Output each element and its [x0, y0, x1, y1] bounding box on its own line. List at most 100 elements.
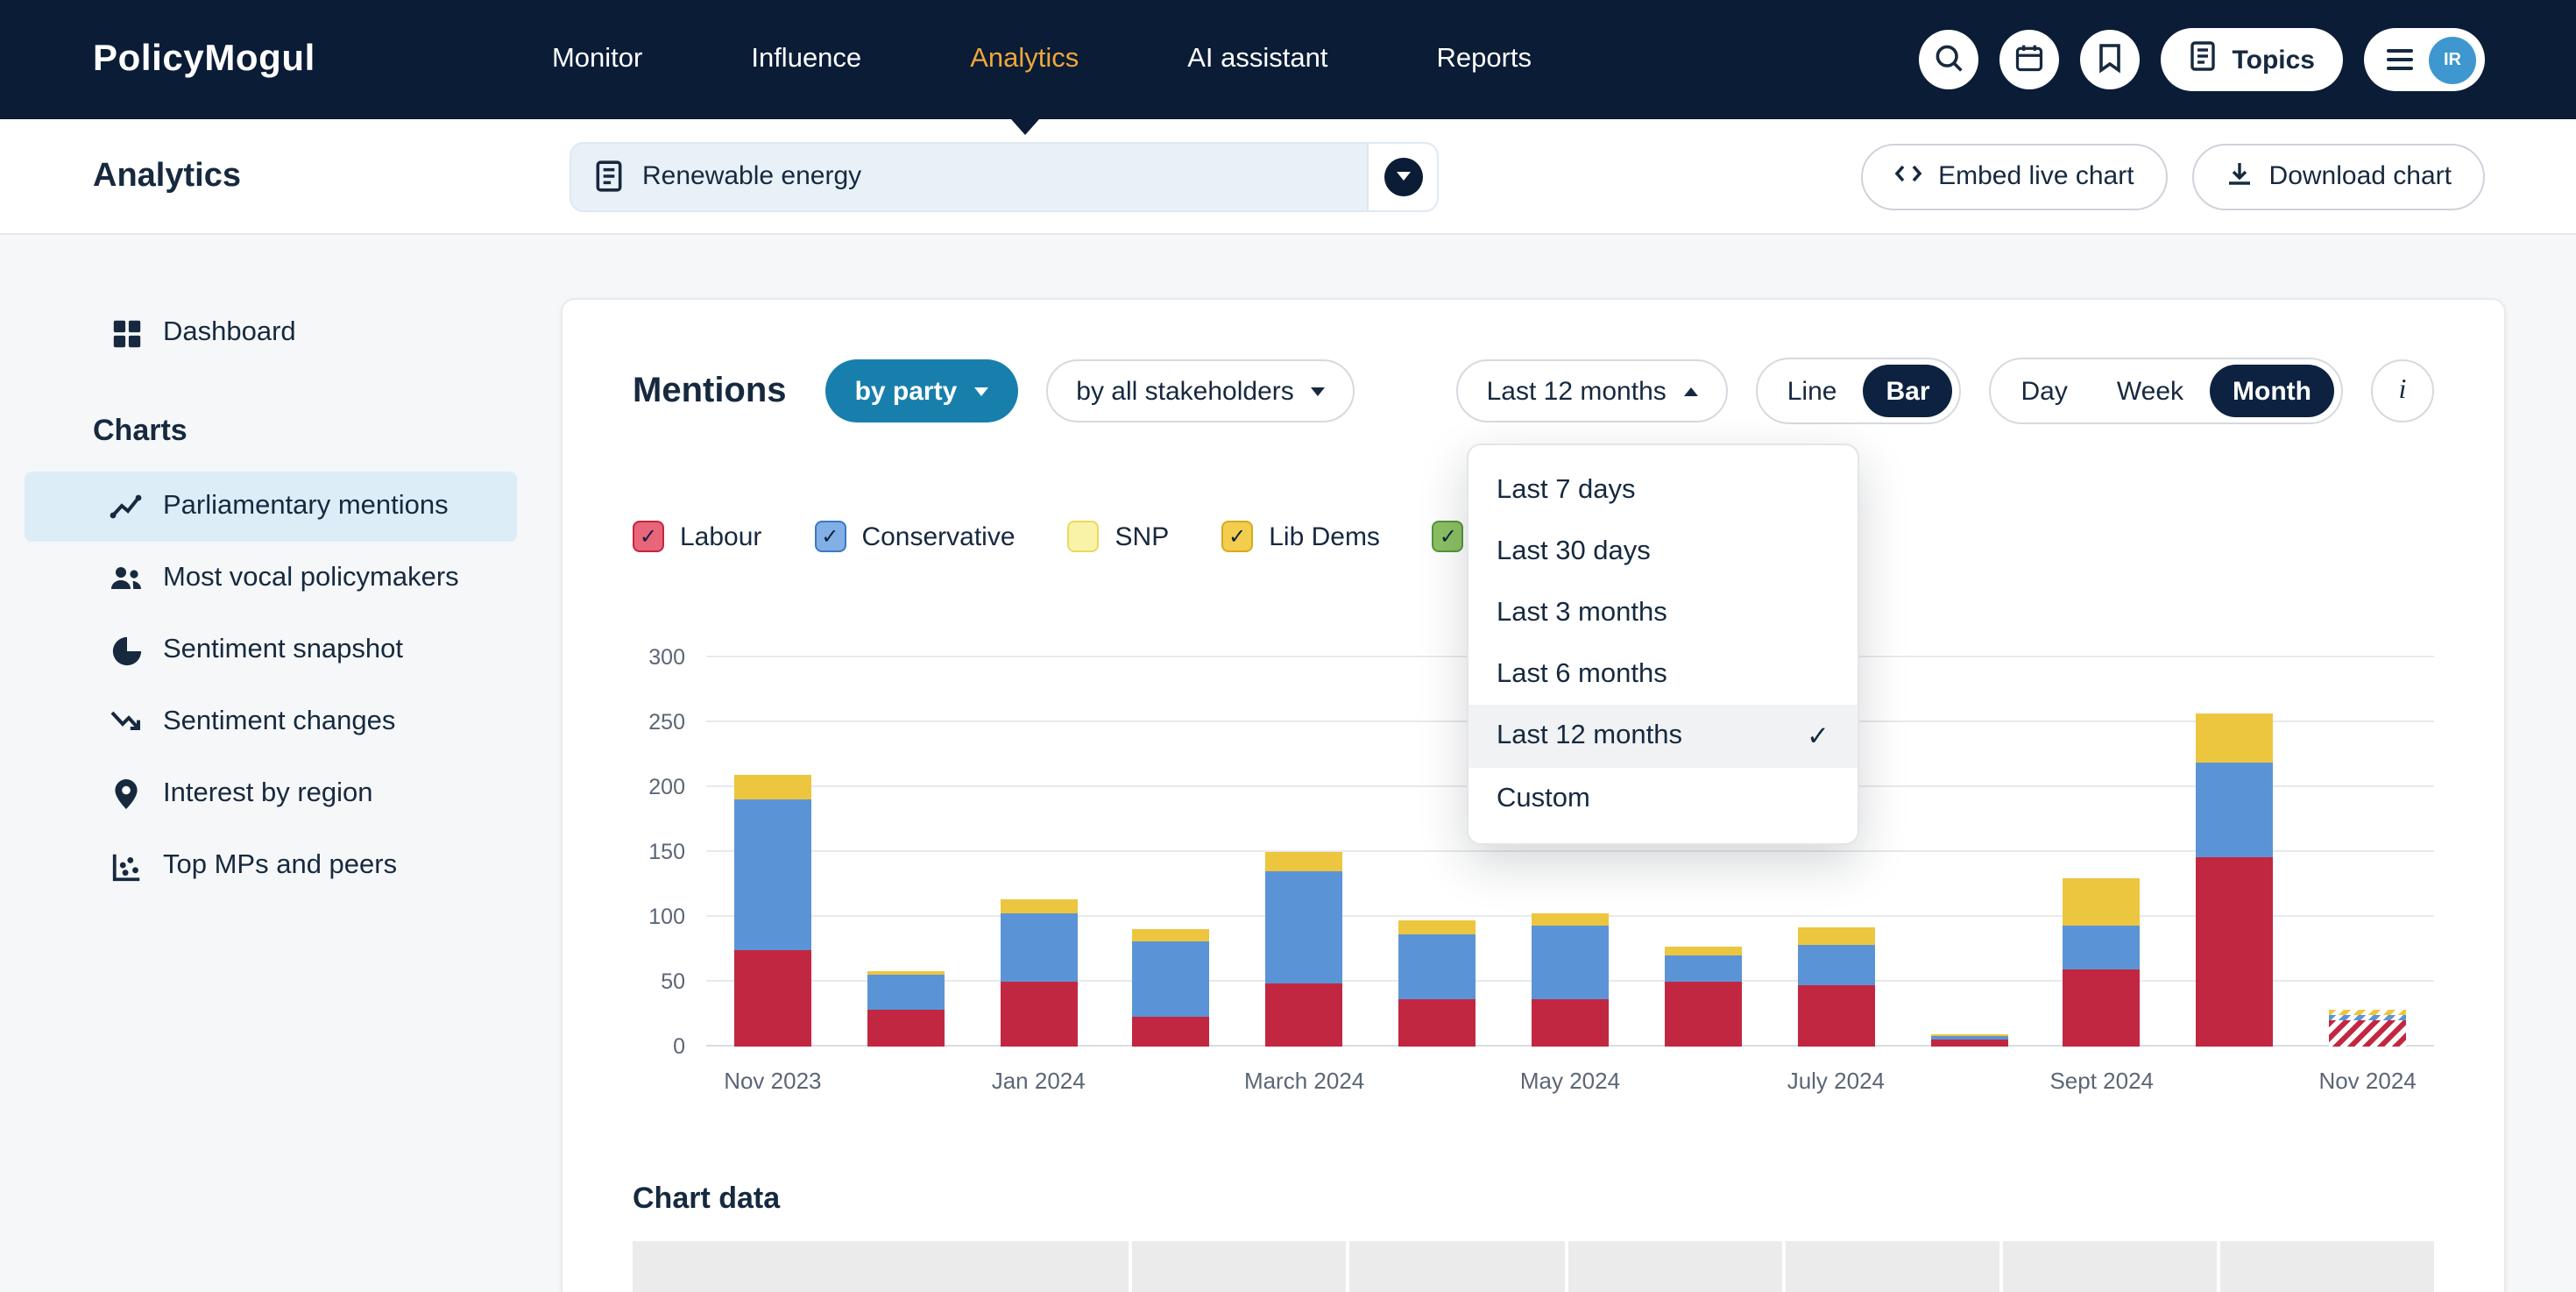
range-option-custom[interactable]: Custom [1468, 768, 1858, 829]
bar-nov-2023[interactable] [734, 657, 811, 1047]
x-tick-label: March 2024 [1238, 1068, 1371, 1094]
y-tick-label: 100 [648, 905, 685, 929]
legend-item-labour[interactable]: ✓Labour [633, 521, 761, 552]
pie-icon [109, 634, 144, 667]
topics-icon [2189, 40, 2217, 79]
bar-segment-conservative [1000, 913, 1077, 982]
toggle-week[interactable]: Week [2094, 365, 2206, 417]
range-option-last-12-months[interactable]: Last 12 months✓ [1468, 705, 1858, 768]
toggle-month[interactable]: Month [2210, 365, 2334, 417]
dashboard-grid-icon [109, 316, 144, 350]
bar-segment-conservative [734, 799, 811, 949]
sidebar-item-sentiment-changes[interactable]: Sentiment changes [25, 687, 517, 757]
nav-item-monitor[interactable]: Monitor [552, 0, 642, 119]
chevron-up-icon [1684, 387, 1698, 395]
nav-item-analytics[interactable]: Analytics [970, 0, 1079, 119]
nav-items: Monitor Influence Analytics AI assistant Rep… [552, 0, 1532, 119]
avatar[interactable]: IR [2429, 36, 2476, 83]
topic-select[interactable]: Renewable energy [570, 141, 1440, 211]
checkbox-labour[interactable]: ✓ [633, 521, 664, 552]
x-tick-label: Nov 2023 [706, 1068, 839, 1094]
bar-april-2024[interactable] [1398, 657, 1476, 1047]
bar-slot [706, 657, 839, 1047]
bar-slot [1238, 657, 1371, 1047]
nav-item-influence[interactable]: Influence [751, 0, 861, 119]
bar-aug-2024[interactable] [1930, 657, 2007, 1047]
range-option-last-30-days[interactable]: Last 30 days [1468, 521, 1858, 582]
bar-segment-labour [867, 1011, 945, 1047]
calendar-button[interactable] [1999, 30, 2059, 89]
checkbox-conservative[interactable]: ✓ [814, 521, 846, 552]
top-navbar: PolicyMogul Monitor Influence Analytics AI … [0, 0, 2576, 119]
nav-item-ai-assistant[interactable]: AI assistant [1187, 0, 1327, 119]
range-option-last-7-days[interactable]: Last 7 days [1468, 459, 1858, 521]
bar-segment-lib-dems [1266, 852, 1343, 871]
bar-slot [2169, 657, 2302, 1047]
x-axis: Nov 2023Jan 2024March 2024May 2024July 2… [706, 1068, 2434, 1094]
checkbox-lib-dems[interactable]: ✓ [1221, 521, 1253, 552]
sidebar-item-interest-by-region[interactable]: Interest by region [25, 759, 517, 829]
bar-nov-2024[interactable] [2329, 657, 2406, 1047]
download-icon [2226, 159, 2254, 194]
x-tick-label: Nov 2024 [2301, 1068, 2434, 1094]
toggle-line[interactable]: Line [1765, 365, 1860, 417]
checkbox-snp[interactable] [1068, 521, 1100, 552]
bookmark-button[interactable] [2080, 30, 2140, 89]
bar-slot [1902, 657, 2035, 1047]
bar-segment-lib-dems [1665, 947, 1742, 955]
bar-segment-labour [1797, 985, 1874, 1047]
x-tick-label [2169, 1068, 2302, 1094]
sidebar-item-parliamentary-mentions[interactable]: Parliamentary mentions [25, 472, 517, 542]
brand-logo[interactable]: PolicyMogul [93, 0, 315, 119]
bar-feb-2024[interactable] [1133, 657, 1210, 1047]
toggle-day[interactable]: Day [1999, 365, 2091, 417]
bar-segment-labour [1000, 982, 1077, 1047]
range-option-last-6-months[interactable]: Last 6 months [1468, 643, 1858, 705]
bar-segment-conservative [1398, 934, 1476, 998]
bar-segment-labour [2196, 857, 2273, 1047]
legend-item-snp[interactable]: SNP [1068, 521, 1170, 552]
sidebar-item-top-mps-and-peers[interactable]: Top MPs and peers [25, 831, 517, 901]
y-tick-label: 50 [661, 969, 685, 994]
calendar-icon [2013, 41, 2045, 78]
bar-dec-2023[interactable] [867, 657, 945, 1047]
account-menu[interactable]: IR [2364, 28, 2485, 91]
bar-jan-2024[interactable] [1000, 657, 1077, 1047]
checkbox-plaid-cymru[interactable]: ✓ [1433, 521, 1464, 552]
bar-segment-lib-dems [1000, 900, 1077, 913]
legend-label: Conservative [861, 522, 1015, 551]
by-party-dropdown[interactable]: by party [825, 359, 1019, 422]
sidebar-item-dashboard[interactable]: Dashboard [25, 298, 517, 368]
legend-item-lib-dems[interactable]: ✓Lib Dems [1221, 521, 1380, 552]
document-icon [595, 160, 625, 193]
bar-segment-lib-dems [734, 776, 811, 799]
scatter-chart-icon [109, 849, 144, 883]
y-tick-label: 250 [648, 710, 685, 735]
x-tick-label: Sept 2024 [2035, 1068, 2169, 1094]
range-option-last-3-months[interactable]: Last 3 months [1468, 582, 1858, 643]
info-button[interactable]: i [2371, 359, 2434, 422]
bar-march-2024[interactable] [1266, 657, 1343, 1047]
sidebar-item-sentiment-snapshot[interactable]: Sentiment snapshot [25, 615, 517, 685]
table-header-cell [2220, 1241, 2434, 1292]
embed-live-chart-button[interactable]: Embed live chart [1861, 143, 2167, 209]
chevron-down-icon [1384, 157, 1423, 195]
download-chart-button[interactable]: Download chart [2192, 143, 2485, 209]
y-axis: 050100150200250300 [633, 657, 706, 1047]
sidebar-item-most-vocal-policymakers[interactable]: Most vocal policymakers [25, 543, 517, 614]
bar-oct-2024[interactable] [2196, 657, 2273, 1047]
stakeholders-dropdown[interactable]: by all stakeholders [1046, 359, 1355, 422]
legend-item-conservative[interactable]: ✓ Conservative [814, 521, 1015, 552]
bar-slot [972, 657, 1105, 1047]
sidebar-item-label: Dashboard [163, 317, 296, 349]
trend-line-icon [109, 489, 144, 524]
nav-item-reports[interactable]: Reports [1437, 0, 1532, 119]
search-button[interactable] [1919, 30, 1978, 89]
bar-segment-conservative [1266, 871, 1343, 984]
topics-button[interactable]: Topics [2161, 28, 2343, 91]
bar-sept-2024[interactable] [2063, 657, 2141, 1047]
sidebar-item-label: Top MPs and peers [163, 850, 397, 882]
topic-select-arrow[interactable] [1368, 143, 1438, 209]
range-dropdown-button[interactable]: Last 12 months [1457, 359, 1728, 422]
toggle-bar[interactable]: Bar [1863, 365, 1952, 417]
